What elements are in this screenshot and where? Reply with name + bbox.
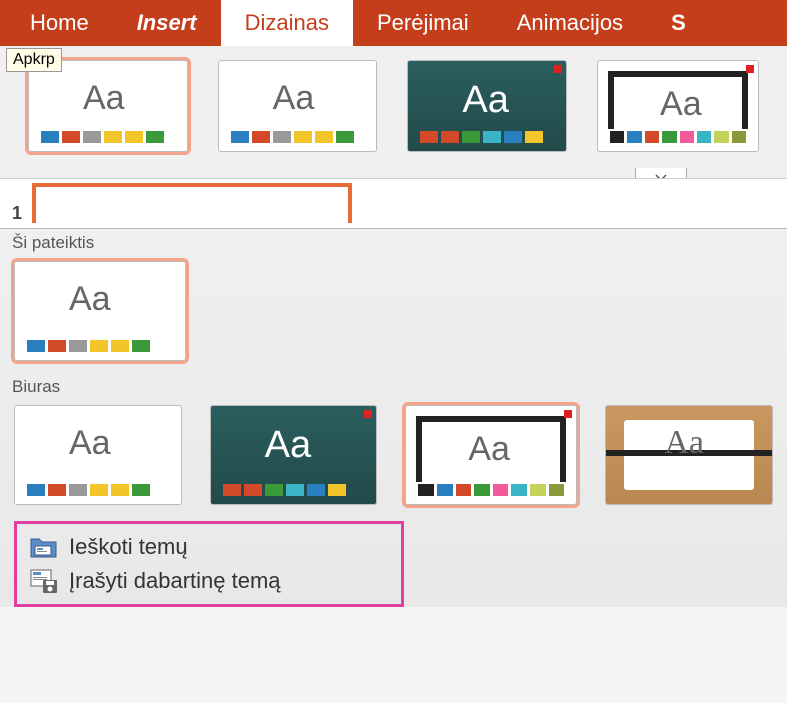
menu-label: Ieškoti temų [69,534,188,560]
theme-current[interactable]: Aa [14,261,186,361]
color-swatches [231,131,365,143]
theme-office[interactable]: Aa [14,405,182,505]
theme-preview-text: Aa [83,79,125,118]
color-swatches [420,131,554,143]
color-swatches [27,340,173,352]
slide-thumbnail[interactable] [32,183,352,223]
theme-preview-text: Aa [69,280,111,319]
section-office: Biuras [0,373,787,403]
section-this-presentation: Ši pateiktis [0,229,787,259]
theme-wood[interactable]: Aa [605,405,773,505]
theme-chalkboard[interactable]: Aa [210,405,378,505]
slide-navigator: 1 [0,178,787,228]
theme-preview-text: Aa [69,424,111,463]
themes-menu-highlight: Ieškoti temų Įrašyti dabartinę temą [14,521,404,607]
theme-preview-text: Aa [273,79,315,118]
ribbon-tabs: Home Insert Dizainas Perėjimai Animacijo… [0,0,787,46]
themes-dropdown-panel: Ši pateiktis Aa Biuras Aa Aa Aa Aa [0,228,787,607]
theme-preview-text: Aa [265,424,311,467]
themes-row-current: Aa [0,259,787,373]
theme-preview-text: Aa [468,430,510,469]
theme-preview-text: Aa [660,85,702,124]
save-theme-icon [29,568,59,594]
folder-browse-icon [29,534,59,560]
update-indicator-icon [746,65,754,73]
theme-chalkboard[interactable]: Aa [407,60,567,152]
menu-browse-themes[interactable]: Ieškoti temų [23,530,395,564]
tab-animations[interactable]: Animacijos [493,0,647,46]
color-swatches [610,131,746,143]
tooltip: Apkrp [6,48,62,72]
tab-transitions[interactable]: Perėjimai [353,0,493,46]
menu-save-current-theme[interactable]: Įrašyti dabartinę temą [23,564,395,598]
theme-office-2[interactable]: Aa [218,60,378,152]
theme-gallery-ribbon: Aa Aa Aa Aa [0,46,787,178]
tab-next[interactable]: S [647,0,710,46]
update-indicator-icon [364,410,372,418]
themes-row-office: Aa Aa Aa Aa [0,403,787,517]
slide-number: 1 [12,203,22,224]
color-swatches [27,484,169,496]
color-swatches [223,484,365,496]
theme-preview-text: Aa [664,424,704,462]
theme-frame[interactable]: Aa [405,405,577,505]
color-swatches [418,484,564,496]
tab-design[interactable]: Dizainas [221,0,353,46]
update-indicator-icon [554,65,562,73]
theme-frame[interactable]: Aa [597,60,759,152]
color-swatches [41,131,175,143]
theme-office[interactable]: Aa [28,60,188,152]
menu-label: Įrašyti dabartinę temą [69,568,281,594]
theme-preview-text: Aa [462,79,508,122]
tab-insert[interactable]: Insert [113,0,221,46]
tab-home[interactable]: Home [6,0,113,46]
update-indicator-icon [564,410,572,418]
